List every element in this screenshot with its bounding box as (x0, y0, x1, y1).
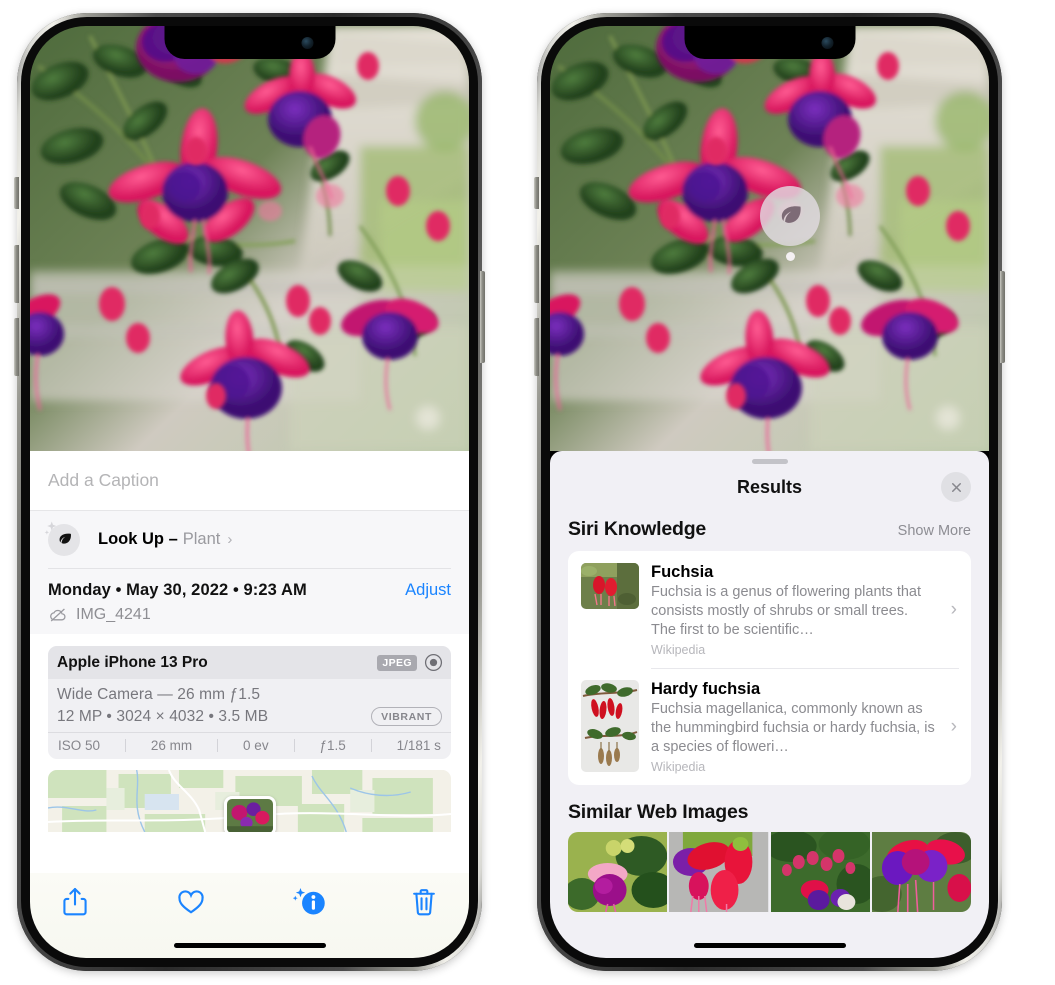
similar-web-images-title: Similar Web Images (568, 801, 749, 823)
heart-icon[interactable] (176, 886, 206, 918)
volume-down-button[interactable] (14, 318, 19, 376)
power-button[interactable] (1000, 271, 1005, 363)
camera-card-body: Wide Camera — 26 mm ƒ1.5 12 MP • 3024 × … (48, 679, 451, 732)
chevron-right-icon: › (950, 715, 957, 737)
results-panel: Results Siri Knowledge Show More Fuchsia… (550, 451, 989, 958)
caption-placeholder-text: Add a Caption (48, 470, 159, 490)
similar-image-thumbnail[interactable] (770, 832, 870, 912)
file-row: IMG_4241 (48, 606, 451, 624)
map-photo-pin[interactable] (223, 796, 276, 832)
similar-image-thumbnail[interactable] (669, 832, 769, 912)
power-button[interactable] (480, 271, 485, 363)
divider (48, 568, 451, 569)
result-description: Fuchsia magellanica, commonly known as t… (651, 701, 935, 755)
aperture-icon (424, 653, 443, 672)
format-badge: JPEG (377, 654, 417, 671)
visual-look-up-pin-dot (786, 252, 795, 261)
exif-shutter-speed: 1/181 s (396, 738, 441, 753)
look-up-label: Look Up – (98, 530, 178, 548)
device-notch (164, 26, 335, 59)
visual-look-up-pin[interactable] (760, 186, 820, 246)
result-thumbnail (581, 680, 639, 772)
right-phone-screen: Results Siri Knowledge Show More Fuchsia… (550, 26, 989, 958)
photo-metadata-block: Monday • May 30, 2022 • 9:23 AM Adjust I… (30, 568, 469, 634)
home-indicator[interactable] (173, 943, 326, 948)
photographic-style-badge: VIBRANT (371, 707, 442, 726)
mute-switch[interactable] (14, 177, 19, 209)
look-up-subject: Plant (182, 530, 221, 548)
photo-viewer[interactable] (550, 26, 989, 451)
left-phone-screen: Add a Caption Look Up – Plant › Monday •… (30, 26, 469, 958)
look-up-row[interactable]: Look Up – Plant › (30, 511, 469, 568)
home-indicator[interactable] (693, 943, 846, 948)
volume-down-button[interactable] (534, 318, 539, 376)
exif-aperture: ƒ1.5 (319, 738, 346, 753)
show-more-button[interactable]: Show More (898, 523, 971, 539)
close-icon[interactable] (941, 472, 971, 502)
camera-info-card[interactable]: Apple iPhone 13 Pro JPEG Wide Camera — 2… (48, 646, 451, 759)
result-source: Wikipedia (651, 643, 706, 657)
camera-model: Apple iPhone 13 Pro (57, 653, 208, 671)
results-title: Results (736, 476, 803, 497)
cloud-slash-icon (50, 608, 66, 622)
look-up-label-group: Look Up – Plant › (98, 530, 232, 549)
result-source: Wikipedia (651, 760, 706, 774)
adjust-button[interactable]: Adjust (405, 581, 451, 600)
pin-thumbnail (226, 799, 273, 832)
similar-image-thumbnail[interactable] (568, 832, 668, 912)
photo-date: Monday • May 30, 2022 • 9:23 AM (48, 581, 307, 599)
result-text: Fuchsia Fuchsia is a genus of flowering … (651, 563, 959, 657)
left-phone-device: Add a Caption Look Up – Plant › Monday •… (14, 13, 485, 971)
screenshot-stage: Add a Caption Look Up – Plant › Monday •… (0, 0, 1055, 985)
volume-up-button[interactable] (534, 245, 539, 303)
similar-web-images-row (568, 832, 971, 912)
camera-header-right: JPEG (377, 653, 443, 672)
similar-image-thumbnail[interactable] (871, 832, 971, 912)
result-title: Hardy fuchsia (651, 680, 761, 698)
lens-info: Wide Camera — 26 mm ƒ1.5 (57, 686, 261, 703)
location-map[interactable] (48, 770, 451, 832)
exif-focal-length: 26 mm (150, 738, 193, 753)
exif-exposure: 0 ev (243, 738, 269, 753)
siri-knowledge-title: Siri Knowledge (568, 518, 707, 540)
photo-info-sheet: Add a Caption Look Up – Plant › Monday •… (30, 451, 469, 958)
knowledge-result-row[interactable]: Hardy fuchsia Fuchsia magellanica, commo… (568, 668, 971, 785)
divider (370, 739, 372, 752)
exif-iso: ISO 50 (58, 738, 101, 753)
photo-viewer[interactable] (30, 26, 469, 451)
photo-filename: IMG_4241 (76, 606, 151, 623)
divider (217, 739, 219, 752)
date-row: Monday • May 30, 2022 • 9:23 AM Adjust (48, 581, 451, 600)
chevron-right-icon: › (227, 531, 233, 548)
result-thumbnail (581, 563, 639, 609)
chevron-right-icon: › (950, 598, 957, 620)
trash-icon[interactable] (409, 886, 439, 918)
sparkle-icon (44, 521, 57, 535)
divider (124, 739, 126, 752)
siri-knowledge-card: Fuchsia Fuchsia is a genus of flowering … (568, 551, 971, 785)
results-header: Results (550, 464, 989, 510)
mute-switch[interactable] (534, 177, 539, 209)
share-icon[interactable] (60, 886, 90, 918)
camera-card-header: Apple iPhone 13 Pro JPEG (48, 646, 451, 679)
divider (293, 739, 295, 752)
volume-up-button[interactable] (14, 245, 19, 303)
leaf-icon (781, 206, 801, 223)
image-size-info: 12 MP • 3024 × 4032 • 3.5 MB (57, 707, 269, 725)
siri-knowledge-header: Siri Knowledge Show More (550, 510, 989, 551)
caption-input[interactable]: Add a Caption (30, 451, 469, 511)
front-camera-icon (301, 37, 313, 49)
info-sparkle-icon[interactable] (292, 886, 325, 918)
result-title: Fuchsia (651, 563, 714, 581)
exif-row: ISO 50 26 mm 0 ev ƒ1.5 1/181 s (48, 732, 451, 759)
front-camera-icon (821, 37, 833, 49)
result-description: Fuchsia is a genus of flowering plants t… (651, 584, 922, 638)
size-info-row: 12 MP • 3024 × 4032 • 3.5 MB VIBRANT (57, 707, 442, 726)
result-text: Hardy fuchsia Fuchsia magellanica, commo… (651, 680, 959, 774)
right-phone-device: Results Siri Knowledge Show More Fuchsia… (534, 13, 1005, 971)
fuchsia-photo (30, 26, 469, 451)
device-notch (684, 26, 855, 59)
knowledge-result-row[interactable]: Fuchsia Fuchsia is a genus of flowering … (568, 551, 971, 668)
